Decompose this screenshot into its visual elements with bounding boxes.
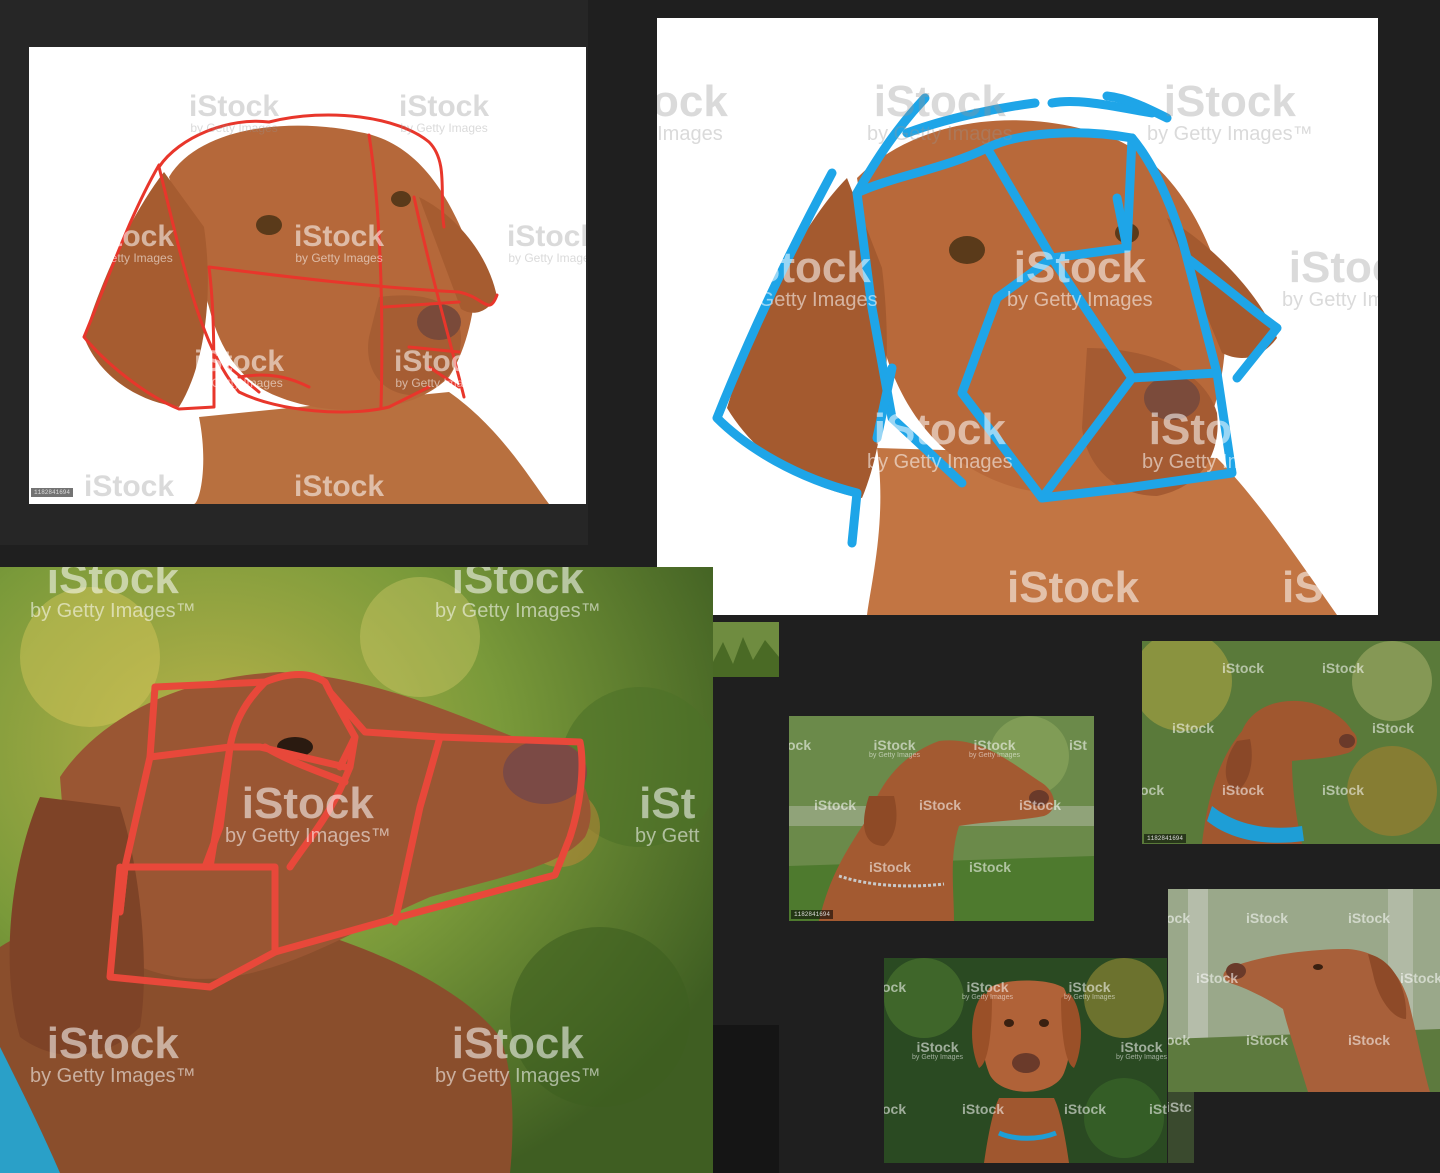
reference-dog-looking-up: ock iStock iStock iStock iStock ock iSto… xyxy=(1168,889,1440,1092)
reference-dog-side-chain-collar: ock iStock by Getty Images iStock by Getty… xyxy=(789,716,1094,921)
image-id-tag: 1182841694 xyxy=(791,910,834,919)
reference-dog-front-facing: ock iStock by Getty Images iStock by Getty… xyxy=(884,958,1167,1163)
greenery-image xyxy=(713,622,779,677)
dog-illustration xyxy=(0,567,713,1173)
dark-strip xyxy=(713,1025,779,1173)
dog-illustration xyxy=(712,91,1337,615)
thumbnail-greenery-fragment xyxy=(713,622,779,677)
photo-studio-dog-red: iStock by Getty Images iStock by Getty Ima… xyxy=(29,47,586,504)
dog-illustration xyxy=(789,716,1094,921)
dog-illustration xyxy=(884,958,1167,1163)
reference-dog-blue-collar-upward: iStock iStock iStock iStock ock iStock i… xyxy=(1142,641,1440,844)
panel-studio-dog-red-sketch: iStock by Getty Images iStock by Getty Ima… xyxy=(0,0,588,545)
dog-illustration xyxy=(1142,641,1440,844)
image-id-tag: 1182841694 xyxy=(1144,834,1187,843)
reference-partial-thumbnail: iStc xyxy=(1168,1092,1194,1163)
dog-illustration xyxy=(82,113,549,504)
panel-garden-dog-profile-red-sketch: iStock by Getty Images™ iStock by Getty Im… xyxy=(0,567,713,1173)
image-id-tag: 1182841694 xyxy=(31,488,74,497)
watermark: iStc xyxy=(1168,1099,1192,1115)
dog-illustration xyxy=(1168,889,1440,1092)
panel-studio-dog-blue-sketch: ock Images iStock by Getty Images iStock by… xyxy=(657,18,1378,615)
